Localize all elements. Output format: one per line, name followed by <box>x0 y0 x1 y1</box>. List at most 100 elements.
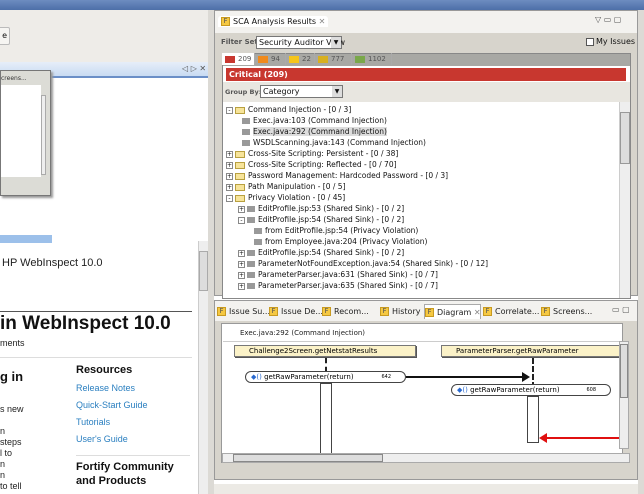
scrollbar-thumb[interactable] <box>620 344 628 398</box>
my-issues-checkbox[interactable]: My Issues <box>586 37 635 46</box>
link-users-guide[interactable]: User's Guide <box>76 434 128 444</box>
node-label: getRawParameter(return) <box>470 386 560 394</box>
toolbar-button[interactable]: e <box>0 27 10 45</box>
tab-nav-icons[interactable]: ◁ ▷ ✕ <box>182 64 206 73</box>
close-icon[interactable]: ✕ <box>474 308 481 317</box>
diagram-hscrollbar[interactable] <box>222 453 630 463</box>
expand-icon[interactable]: + <box>226 172 233 180</box>
tree-scrollbar[interactable] <box>619 102 630 298</box>
link-tutorials[interactable]: Tutorials <box>76 417 110 427</box>
checkbox-label: My Issues <box>596 37 636 46</box>
tab-correlate[interactable]: F Correlate... <box>483 304 539 319</box>
tree-row[interactable]: + Path Manipulation - [0 / 5] <box>226 181 346 192</box>
bottom-panel: ▭ ▢ Exec.java:292 (Command Injection) Ch… <box>214 300 638 480</box>
tree-row[interactable]: + EditProfile.jsp:53 (Shared Sink) - [0 /… <box>238 203 404 214</box>
tab-screens[interactable]: F Screens... <box>541 304 596 319</box>
diagram-title: Exec.java:292 (Command Injection) <box>240 329 366 337</box>
tree-row[interactable]: Exec.java:292 (Command Injection) <box>242 126 387 137</box>
tree-row[interactable]: - Privacy Violation - [0 / 45] <box>226 192 345 203</box>
arrowhead-icon <box>539 433 547 443</box>
scrollbar-thumb[interactable] <box>620 112 630 164</box>
severity-tab[interactable]: 777 <box>315 53 352 65</box>
tree-row-label: Exec.java:103 (Command Injection) <box>253 116 387 125</box>
scrollbar-thumb[interactable] <box>199 251 208 291</box>
tree-row[interactable]: from EditProfile.jsp:54 (Privacy Violati… <box>254 225 418 236</box>
severity-tab[interactable]: 22 <box>286 53 315 65</box>
tree-row[interactable]: - Command Injection - [0 / 3] <box>226 104 351 115</box>
fortify-icon: F <box>425 308 434 317</box>
expand-icon[interactable]: + <box>226 183 233 191</box>
tab-label: Issue De... <box>281 307 323 316</box>
close-icon[interactable]: ✕ <box>319 17 326 26</box>
severity-tab[interactable]: 1102 <box>352 53 392 65</box>
severity-swatch <box>258 55 268 63</box>
group-by-value: Category <box>263 87 300 96</box>
tree-row[interactable]: + Password Management: Hardcoded Password… <box>226 170 448 181</box>
trace-node[interactable]: ◆() getRawParameter(return) 608 <box>451 384 611 396</box>
fortify-icon: F <box>269 307 278 316</box>
severity-count: 209 <box>238 55 252 63</box>
trace-node[interactable]: ◆() getRawParameter(return) 642 <box>245 371 406 383</box>
severity-count: 1102 <box>368 55 386 63</box>
tree-row[interactable]: + Cross-Site Scripting: Reflected - [0 / … <box>226 159 397 170</box>
call-arrow <box>406 376 526 378</box>
community-heading-line: Fortify Community <box>76 461 174 473</box>
tab-history[interactable]: F History <box>380 304 422 319</box>
checkbox-box[interactable] <box>586 37 594 46</box>
link-release-notes[interactable]: Release Notes <box>76 383 135 393</box>
fortify-icon: F <box>483 307 492 316</box>
expand-icon[interactable]: + <box>238 205 245 213</box>
collapse-icon[interactable]: - <box>226 106 233 114</box>
scrollbar-thumb[interactable] <box>233 454 383 462</box>
issue-icon <box>242 129 250 135</box>
filter-select[interactable]: Security Auditor View ▼ <box>256 36 345 49</box>
tree-row-label: ParameterNotFoundException.java:54 (Shar… <box>258 259 489 268</box>
collapse-icon[interactable]: - <box>226 194 233 202</box>
expand-icon[interactable]: + <box>238 249 245 257</box>
expand-icon[interactable]: + <box>238 282 245 290</box>
severity-count: 22 <box>302 55 311 63</box>
tree-row[interactable]: + Cross-Site Scripting: Persistent - [0 /… <box>226 148 398 159</box>
fortify-icon: F <box>217 307 226 316</box>
expand-icon[interactable]: + <box>238 271 245 279</box>
chevron-down-icon[interactable]: ▼ <box>331 37 341 48</box>
lane-header: ParameterParser.getRawParameter <box>441 345 621 357</box>
issue-icon <box>242 118 250 124</box>
body-text: n <box>0 459 6 469</box>
severity-tab[interactable]: 94 <box>255 53 286 65</box>
tab-sca-results[interactable]: F SCA Analysis Results ✕ <box>218 16 329 27</box>
tab-issue-su[interactable]: F Issue Su... <box>217 304 270 319</box>
critical-banner: Critical (209) <box>226 68 626 81</box>
group-by-select[interactable]: Category ▼ <box>260 85 343 98</box>
chevron-down-icon[interactable]: ▼ <box>332 86 342 97</box>
tree-row[interactable]: from Employee.java:204 (Privacy Violatio… <box>254 236 427 247</box>
vertical-scrollbar[interactable] <box>198 241 208 494</box>
tree-row[interactable]: + ParameterParser.java:631 (Shared Sink) … <box>238 269 438 280</box>
tree-row[interactable]: + EditProfile.jsp:54 (Shared Sink) - [0 /… <box>238 247 404 258</box>
panel-controls[interactable]: ▭ ▢ <box>612 305 630 314</box>
folder-icon <box>235 183 245 191</box>
tab-recom[interactable]: F Recom... <box>322 304 378 319</box>
filter-label: Filter Set: <box>221 38 261 46</box>
view-menu-icons[interactable]: ▽ ▭ ▢ <box>595 15 621 24</box>
diagram-vscrollbar[interactable] <box>619 341 629 449</box>
expand-icon[interactable]: + <box>226 150 233 158</box>
tree-row[interactable]: + ParameterNotFoundException.java:54 (Sha… <box>238 258 488 269</box>
severity-tab[interactable]: 209 <box>222 53 255 65</box>
resources-heading: Resources <box>76 364 133 376</box>
issue-icon <box>247 261 255 267</box>
expand-icon[interactable]: + <box>238 260 245 268</box>
tree-row[interactable]: WSDLScanning.java:143 (Command Injection… <box>242 137 426 148</box>
tree-row[interactable]: Exec.java:103 (Command Injection) <box>242 115 387 126</box>
body-text: n <box>0 470 6 480</box>
body-text: l to <box>0 448 13 458</box>
tree-row[interactable]: + ParameterParser.java:635 (Shared Sink) … <box>238 280 438 291</box>
tab-diagram[interactable]: F Diagram ✕ <box>424 304 481 319</box>
collapse-icon[interactable]: - <box>238 216 245 224</box>
divider <box>0 311 192 312</box>
tree-row[interactable]: - EditProfile.jsp:54 (Shared Sink) - [0 /… <box>238 214 404 225</box>
tab-issue-de[interactable]: F Issue De... <box>269 304 323 319</box>
folder-icon <box>235 194 245 202</box>
expand-icon[interactable]: + <box>226 161 233 169</box>
link-quick-start[interactable]: Quick-Start Guide <box>76 400 148 410</box>
